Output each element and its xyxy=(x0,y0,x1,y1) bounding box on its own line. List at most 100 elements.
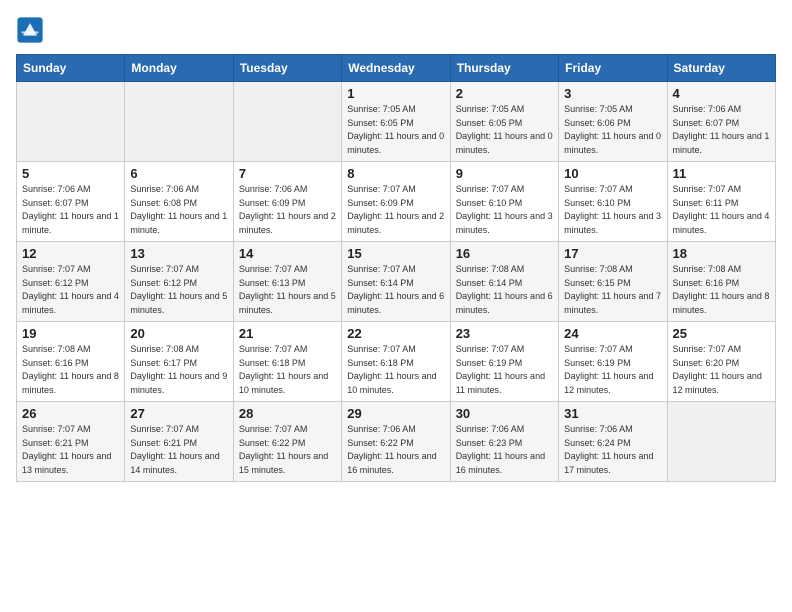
day-info: Sunrise: 7:07 AMSunset: 6:13 PMDaylight:… xyxy=(239,263,336,317)
day-number: 25 xyxy=(673,326,770,341)
day-number: 3 xyxy=(564,86,661,101)
calendar-week-4: 19 Sunrise: 7:08 AMSunset: 6:16 PMDayligh… xyxy=(17,322,776,402)
day-info: Sunrise: 7:07 AMSunset: 6:14 PMDaylight:… xyxy=(347,263,444,317)
calendar-week-3: 12 Sunrise: 7:07 AMSunset: 6:12 PMDayligh… xyxy=(17,242,776,322)
calendar-table: SundayMondayTuesdayWednesdayThursdayFrid… xyxy=(16,54,776,482)
day-number: 4 xyxy=(673,86,770,101)
day-number: 14 xyxy=(239,246,336,261)
calendar-cell: 16 Sunrise: 7:08 AMSunset: 6:14 PMDayligh… xyxy=(450,242,558,322)
day-number: 11 xyxy=(673,166,770,181)
calendar-cell: 17 Sunrise: 7:08 AMSunset: 6:15 PMDayligh… xyxy=(559,242,667,322)
day-info: Sunrise: 7:07 AMSunset: 6:12 PMDaylight:… xyxy=(130,263,227,317)
day-number: 9 xyxy=(456,166,553,181)
calendar-cell: 30 Sunrise: 7:06 AMSunset: 6:23 PMDayligh… xyxy=(450,402,558,482)
day-number: 5 xyxy=(22,166,119,181)
day-header-monday: Monday xyxy=(125,55,233,82)
calendar-cell: 27Sunrise: 7:07 AMSunset: 6:21 PMDayligh… xyxy=(125,402,233,482)
calendar-cell: 7 Sunrise: 7:06 AMSunset: 6:09 PMDaylight… xyxy=(233,162,341,242)
day-number: 10 xyxy=(564,166,661,181)
day-header-saturday: Saturday xyxy=(667,55,775,82)
day-info: Sunrise: 7:08 AMSunset: 6:16 PMDaylight:… xyxy=(22,343,119,397)
day-info: Sunrise: 7:06 AMSunset: 6:09 PMDaylight:… xyxy=(239,183,336,237)
day-number: 28 xyxy=(239,406,336,421)
day-number: 31 xyxy=(564,406,661,421)
day-number: 13 xyxy=(130,246,227,261)
day-number: 23 xyxy=(456,326,553,341)
calendar-cell: 22 Sunrise: 7:07 AMSunset: 6:18 PMDayligh… xyxy=(342,322,450,402)
day-info: Sunrise: 7:07 AMSunset: 6:18 PMDaylight:… xyxy=(347,343,444,397)
logo-icon xyxy=(16,16,44,44)
day-info: Sunrise: 7:08 AMSunset: 6:17 PMDaylight:… xyxy=(130,343,227,397)
calendar-cell: 28 Sunrise: 7:07 AMSunset: 6:22 PMDayligh… xyxy=(233,402,341,482)
calendar-cell: 15Sunrise: 7:07 AMSunset: 6:14 PMDayligh… xyxy=(342,242,450,322)
calendar-cell: 3 Sunrise: 7:05 AMSunset: 6:06 PMDaylight… xyxy=(559,82,667,162)
day-info: Sunrise: 7:07 AMSunset: 6:12 PMDaylight:… xyxy=(22,263,119,317)
day-number: 2 xyxy=(456,86,553,101)
calendar-cell: 1Sunrise: 7:05 AMSunset: 6:05 PMDaylight… xyxy=(342,82,450,162)
day-number: 7 xyxy=(239,166,336,181)
day-info: Sunrise: 7:07 AMSunset: 6:11 PMDaylight:… xyxy=(673,183,770,237)
day-info: Sunrise: 7:06 AMSunset: 6:07 PMDaylight:… xyxy=(673,103,770,157)
day-number: 27 xyxy=(130,406,227,421)
day-number: 8 xyxy=(347,166,444,181)
day-info: Sunrise: 7:07 AMSunset: 6:19 PMDaylight:… xyxy=(564,343,661,397)
calendar-cell xyxy=(233,82,341,162)
calendar-cell: 8 Sunrise: 7:07 AMSunset: 6:09 PMDaylight… xyxy=(342,162,450,242)
day-header-thursday: Thursday xyxy=(450,55,558,82)
calendar-cell: 6 Sunrise: 7:06 AMSunset: 6:08 PMDaylight… xyxy=(125,162,233,242)
calendar-cell: 24 Sunrise: 7:07 AMSunset: 6:19 PMDayligh… xyxy=(559,322,667,402)
day-header-sunday: Sunday xyxy=(17,55,125,82)
calendar-cell: 20Sunrise: 7:08 AMSunset: 6:17 PMDayligh… xyxy=(125,322,233,402)
day-info: Sunrise: 7:07 AMSunset: 6:18 PMDaylight:… xyxy=(239,343,336,397)
calendar-header-row: SundayMondayTuesdayWednesdayThursdayFrid… xyxy=(17,55,776,82)
day-number: 16 xyxy=(456,246,553,261)
day-info: Sunrise: 7:06 AMSunset: 6:22 PMDaylight:… xyxy=(347,423,444,477)
calendar-cell: 18Sunrise: 7:08 AMSunset: 6:16 PMDayligh… xyxy=(667,242,775,322)
logo xyxy=(16,16,48,44)
calendar-cell: 5Sunrise: 7:06 AMSunset: 6:07 PMDaylight… xyxy=(17,162,125,242)
day-info: Sunrise: 7:07 AMSunset: 6:09 PMDaylight:… xyxy=(347,183,444,237)
day-info: Sunrise: 7:06 AMSunset: 6:24 PMDaylight:… xyxy=(564,423,661,477)
calendar-cell: 13 Sunrise: 7:07 AMSunset: 6:12 PMDayligh… xyxy=(125,242,233,322)
day-number: 19 xyxy=(22,326,119,341)
day-header-wednesday: Wednesday xyxy=(342,55,450,82)
day-number: 24 xyxy=(564,326,661,341)
day-info: Sunrise: 7:07 AMSunset: 6:10 PMDaylight:… xyxy=(456,183,553,237)
calendar-cell: 12 Sunrise: 7:07 AMSunset: 6:12 PMDayligh… xyxy=(17,242,125,322)
day-info: Sunrise: 7:08 AMSunset: 6:14 PMDaylight:… xyxy=(456,263,553,317)
day-info: Sunrise: 7:06 AMSunset: 6:23 PMDaylight:… xyxy=(456,423,553,477)
day-info: Sunrise: 7:05 AMSunset: 6:06 PMDaylight:… xyxy=(564,103,661,157)
day-number: 1 xyxy=(347,86,444,101)
day-number: 21 xyxy=(239,326,336,341)
calendar-week-2: 5Sunrise: 7:06 AMSunset: 6:07 PMDaylight… xyxy=(17,162,776,242)
day-info: Sunrise: 7:08 AMSunset: 6:16 PMDaylight:… xyxy=(673,263,770,317)
calendar-cell: 11 Sunrise: 7:07 AMSunset: 6:11 PMDayligh… xyxy=(667,162,775,242)
day-info: Sunrise: 7:07 AMSunset: 6:22 PMDaylight:… xyxy=(239,423,336,477)
calendar-cell xyxy=(17,82,125,162)
calendar-week-5: 26Sunrise: 7:07 AMSunset: 6:21 PMDayligh… xyxy=(17,402,776,482)
day-header-tuesday: Tuesday xyxy=(233,55,341,82)
calendar-cell: 23 Sunrise: 7:07 AMSunset: 6:19 PMDayligh… xyxy=(450,322,558,402)
day-number: 12 xyxy=(22,246,119,261)
calendar-cell: 14 Sunrise: 7:07 AMSunset: 6:13 PMDayligh… xyxy=(233,242,341,322)
day-info: Sunrise: 7:07 AMSunset: 6:10 PMDaylight:… xyxy=(564,183,661,237)
day-number: 30 xyxy=(456,406,553,421)
calendar-week-1: 1Sunrise: 7:05 AMSunset: 6:05 PMDaylight… xyxy=(17,82,776,162)
day-number: 6 xyxy=(130,166,227,181)
calendar-cell: 10 Sunrise: 7:07 AMSunset: 6:10 PMDayligh… xyxy=(559,162,667,242)
calendar-cell xyxy=(125,82,233,162)
day-number: 26 xyxy=(22,406,119,421)
day-info: Sunrise: 7:08 AMSunset: 6:15 PMDaylight:… xyxy=(564,263,661,317)
calendar-cell: 2Sunrise: 7:05 AMSunset: 6:05 PMDaylight… xyxy=(450,82,558,162)
calendar-cell: 21 Sunrise: 7:07 AMSunset: 6:18 PMDayligh… xyxy=(233,322,341,402)
day-number: 29 xyxy=(347,406,444,421)
day-number: 22 xyxy=(347,326,444,341)
day-number: 17 xyxy=(564,246,661,261)
calendar-cell xyxy=(667,402,775,482)
calendar-cell: 25Sunrise: 7:07 AMSunset: 6:20 PMDayligh… xyxy=(667,322,775,402)
day-info: Sunrise: 7:07 AMSunset: 6:19 PMDaylight:… xyxy=(456,343,553,397)
calendar-cell: 29 Sunrise: 7:06 AMSunset: 6:22 PMDayligh… xyxy=(342,402,450,482)
calendar-cell: 4 Sunrise: 7:06 AMSunset: 6:07 PMDaylight… xyxy=(667,82,775,162)
day-info: Sunrise: 7:06 AMSunset: 6:08 PMDaylight:… xyxy=(130,183,227,237)
page-header xyxy=(16,16,776,44)
